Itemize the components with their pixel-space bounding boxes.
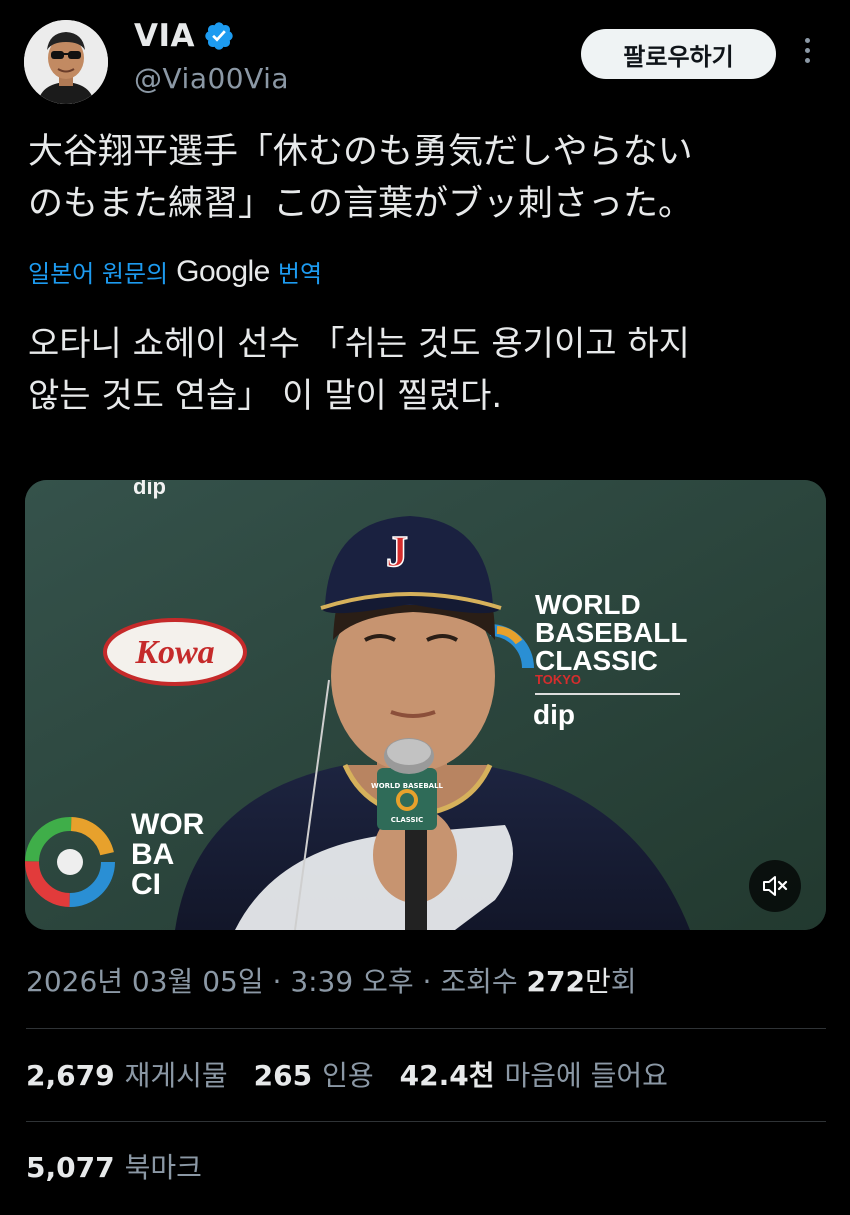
meta-separator: · — [263, 965, 291, 998]
reposts-stat[interactable]: 2,679 재게시물 — [26, 1054, 228, 1094]
name-row: VIA — [134, 18, 235, 54]
translate-attribution[interactable]: 일본어 원문의 Google 번역 — [28, 254, 322, 289]
tweet-meta: 2026년 03월 05일 · 3:39 오후 · 조회수 272만회 — [26, 960, 637, 1000]
engagement-stats: 2,679 재게시물 265 인용 42.4천 마음에 들어요 — [26, 1054, 694, 1094]
translate-suffix: 번역 — [277, 260, 323, 288]
follow-button[interactable]: 팔로우하기 — [581, 29, 776, 79]
quotes-stat[interactable]: 265 인용 — [254, 1054, 374, 1094]
mic-flag-line: WORLD BASEBALL — [371, 782, 444, 790]
views-count: 272 — [526, 965, 585, 998]
stat-label: 북마크 — [124, 1151, 202, 1184]
stat-label: 재게시물 — [124, 1059, 228, 1092]
likes-stat[interactable]: 42.4천 마음에 들어요 — [400, 1054, 668, 1094]
display-name[interactable]: VIA — [134, 18, 195, 54]
stat-number: 265 — [253, 1059, 313, 1092]
views-label: 조회수 — [440, 965, 527, 998]
wbc-left-line: BA — [131, 838, 174, 871]
tweet-time[interactable]: 3:39 오후 — [290, 965, 413, 998]
tweet-header: VIA @Via00Via 팔로우하기 — [0, 0, 850, 120]
translated-text: 오타니 쇼헤이 선수 「쉬는 것도 용기이고 하지 않는 것도 연습」 이 말이… — [28, 318, 828, 422]
tweet-text-line: のもまた練習」この言葉がブッ刺さった。 — [28, 184, 694, 224]
meta-separator: · — [413, 965, 441, 998]
wbc-left-line: WOR — [131, 808, 205, 841]
avatar[interactable] — [24, 20, 108, 104]
verified-badge-icon — [205, 22, 233, 50]
sponsor-logo-text: Kowa — [134, 634, 214, 671]
muted-speaker-icon — [763, 876, 788, 896]
views-unit: 만 — [584, 965, 611, 998]
google-logo-text: Google — [176, 254, 270, 288]
mic-flag-line: CLASSIC — [391, 816, 424, 824]
translated-text-line: 않는 것도 연습」 이 말이 찔렸다. — [28, 376, 503, 416]
divider — [26, 1028, 826, 1029]
video-frame: dip Kowa WORLD BASEBALL CLASSIC TOKYO di… — [25, 480, 826, 930]
mute-button[interactable] — [749, 860, 801, 912]
wbc-line: WORLD — [535, 589, 641, 620]
tweet-text: 大谷翔平選手「休むのも勇気だしやらない のもまた練習」この言葉がブッ刺さった。 — [28, 126, 828, 230]
backdrop-top-text: dip — [133, 480, 166, 499]
wbc-city: TOKYO — [535, 672, 581, 687]
translated-text-line: 오타니 쇼헤이 선수 「쉬는 것도 용기이고 하지 — [28, 324, 690, 364]
tweet-text-line: 大谷翔平選手「休むのも勇気だしやらない — [28, 132, 693, 172]
wbc-line: BASEBALL — [535, 617, 687, 648]
divider — [26, 1121, 826, 1122]
tweet-video[interactable]: dip Kowa WORLD BASEBALL CLASSIC TOKYO di… — [25, 480, 826, 930]
tweet-date[interactable]: 2026년 03월 05일 — [26, 965, 264, 998]
translate-prefix: 일본어 원문의 — [28, 260, 169, 288]
cap-letter: J — [386, 527, 408, 576]
wbc-left-line: CI — [131, 868, 161, 901]
stat-label: 인용 — [322, 1059, 374, 1092]
views-suffix: 회 — [610, 965, 637, 998]
sunglasses-person-avatar-icon — [24, 20, 108, 104]
stat-label: 마음에 들어요 — [504, 1059, 668, 1092]
user-handle[interactable]: @Via00Via — [134, 62, 289, 95]
bookmarks-stat[interactable]: 5,077 북마크 — [26, 1146, 202, 1186]
stat-number: 5,077 — [26, 1151, 115, 1184]
stat-number: 2,679 — [26, 1059, 115, 1092]
stat-number: 42.4천 — [399, 1059, 495, 1092]
sponsor2-text: dip — [533, 699, 575, 730]
more-vertical-icon[interactable] — [797, 38, 817, 72]
